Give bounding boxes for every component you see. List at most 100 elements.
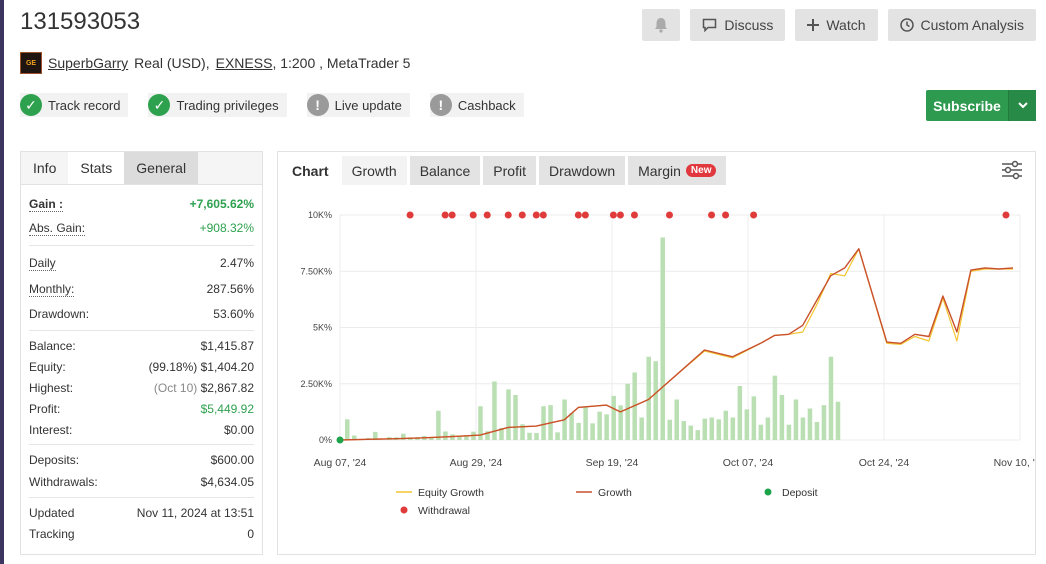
updated-label: Updated bbox=[29, 506, 75, 520]
withdrawal-marker bbox=[750, 211, 758, 219]
withdrawal-marker bbox=[722, 211, 730, 219]
tab-general[interactable]: General bbox=[124, 152, 199, 184]
volume-bar bbox=[555, 432, 560, 440]
deposits-label: Deposits: bbox=[29, 453, 80, 467]
watch-button[interactable]: Watch bbox=[795, 9, 878, 41]
daily-label[interactable]: Daily bbox=[29, 256, 56, 271]
sliders-icon bbox=[1002, 160, 1022, 180]
chart-bars bbox=[345, 237, 841, 440]
verification-badges: ✓ Track record ✓ Trading privileges ! Li… bbox=[20, 93, 524, 117]
broker-link[interactable]: EXNESS bbox=[216, 55, 273, 71]
clock-icon bbox=[899, 18, 914, 32]
chart-settings-button[interactable] bbox=[1001, 160, 1023, 183]
subscribe-dropdown[interactable] bbox=[1008, 90, 1036, 121]
y-tick-label: 5K% bbox=[313, 323, 332, 333]
badge-track-record[interactable]: ✓ Track record bbox=[20, 93, 129, 117]
volume-bar bbox=[695, 430, 701, 440]
volume-bar bbox=[807, 408, 813, 440]
volume-bar bbox=[786, 424, 792, 440]
x-tick-label: Sep 19, '24 bbox=[586, 457, 639, 469]
withdrawal-marker bbox=[539, 211, 547, 219]
bell-icon bbox=[655, 18, 668, 33]
volume-bar bbox=[758, 424, 764, 440]
volume-bar bbox=[569, 413, 574, 440]
tab-margin[interactable]: Margin New bbox=[628, 156, 727, 185]
volume-bar bbox=[737, 386, 743, 440]
account-details: , 1:200 , MetaTrader 5 bbox=[272, 55, 411, 71]
volume-bar bbox=[604, 414, 609, 440]
notify-button[interactable] bbox=[642, 9, 681, 41]
withdrawal-marker bbox=[581, 211, 589, 219]
withdrawal-marker bbox=[518, 211, 526, 219]
badge-live-update[interactable]: ! Live update bbox=[306, 93, 410, 117]
withdrawals-label: Withdrawals: bbox=[29, 475, 98, 489]
withdrawal-marker bbox=[441, 211, 449, 219]
growth-chart[interactable]: 0% 2.50K% 5K% 7.50K% 10K% Aug 07, '24 Aug 29,… bbox=[278, 192, 1035, 554]
x-axis-ticks: Aug 07, '24 Aug 29, '24 Sep 19, '24 Oct 07,… bbox=[314, 457, 1035, 469]
volume-bar bbox=[821, 405, 827, 440]
x-tick-label: Aug 29, '24 bbox=[450, 457, 503, 469]
withdrawal-marker bbox=[532, 211, 540, 219]
volume-bar bbox=[716, 419, 722, 440]
profit-label: Profit: bbox=[29, 401, 61, 416]
volume-bar bbox=[527, 432, 532, 440]
check-icon: ✓ bbox=[148, 94, 171, 116]
owner-link[interactable]: SuperbGarry bbox=[48, 55, 128, 71]
badge-cashback[interactable]: ! Cashback bbox=[429, 93, 524, 117]
avatar[interactable]: GE bbox=[20, 52, 42, 74]
watch-label: Watch bbox=[826, 17, 866, 33]
volume-bar bbox=[436, 410, 441, 440]
volume-bar bbox=[625, 383, 630, 440]
y-tick-label: 0% bbox=[319, 435, 332, 445]
discuss-label: Discuss bbox=[724, 17, 774, 33]
legend-swatch bbox=[400, 506, 408, 514]
volume-bar bbox=[590, 423, 595, 440]
chart-panel: Chart Growth Balance Profit Drawdown Mar… bbox=[277, 151, 1036, 555]
tab-profit[interactable]: Profit bbox=[483, 156, 536, 185]
tab-balance[interactable]: Balance bbox=[409, 156, 481, 185]
abs-gain-label[interactable]: Abs. Gain: bbox=[29, 221, 86, 236]
volume-bar bbox=[506, 389, 511, 440]
y-tick-label: 2.50K% bbox=[300, 379, 332, 389]
volume-bar bbox=[639, 417, 644, 440]
volume-bar bbox=[709, 417, 715, 440]
volume-bar bbox=[744, 409, 750, 440]
tab-stats[interactable]: Stats bbox=[68, 152, 125, 184]
custom-analysis-button[interactable]: Custom Analysis bbox=[887, 9, 1036, 41]
chart-grid bbox=[339, 214, 1021, 441]
account-type: Real (USD), bbox=[134, 55, 210, 71]
volume-bar bbox=[828, 356, 834, 440]
chart-legend: Equity Growth Growth Deposit Withdrawal bbox=[396, 487, 818, 517]
badge-trading-privileges[interactable]: ✓ Trading privileges bbox=[148, 93, 287, 117]
abs-gain-value: +908.32% bbox=[199, 221, 254, 235]
tab-info[interactable]: Info bbox=[21, 152, 68, 184]
withdrawal-marker bbox=[469, 211, 477, 219]
withdrawal-marker bbox=[504, 211, 512, 219]
legend-swatch bbox=[764, 488, 772, 496]
stats-tabs: Info Stats General bbox=[21, 152, 262, 185]
badge-label: Track record bbox=[48, 97, 121, 113]
subscribe-button[interactable]: Subscribe bbox=[926, 90, 1036, 121]
volume-bar bbox=[772, 375, 778, 440]
speech-bubble-icon bbox=[703, 18, 717, 32]
tracking-label: Tracking bbox=[29, 527, 75, 541]
tab-growth[interactable]: Growth bbox=[341, 156, 407, 185]
volume-bar bbox=[597, 411, 602, 440]
badge-label: Live update bbox=[334, 97, 402, 113]
x-tick-label: Oct 07, '24 bbox=[723, 457, 774, 469]
discuss-button[interactable]: Discuss bbox=[690, 9, 786, 41]
volume-bar bbox=[702, 418, 708, 440]
tab-drawdown[interactable]: Drawdown bbox=[538, 156, 626, 185]
drawdown-label: Drawdown: bbox=[29, 307, 90, 321]
volume-bar bbox=[674, 399, 679, 440]
monthly-label[interactable]: Monthly: bbox=[29, 282, 75, 297]
gain-label[interactable]: Gain : bbox=[29, 197, 64, 212]
x-tick-label: Nov 10, '24 bbox=[994, 457, 1035, 469]
profit-value: $5,449.92 bbox=[200, 401, 254, 416]
volume-bar bbox=[730, 417, 736, 440]
volume-bar bbox=[534, 433, 539, 440]
volume-bar bbox=[723, 410, 729, 440]
exclamation-icon: ! bbox=[306, 94, 329, 116]
deposits-value: $600.00 bbox=[210, 453, 254, 467]
volume-bar bbox=[835, 401, 841, 440]
